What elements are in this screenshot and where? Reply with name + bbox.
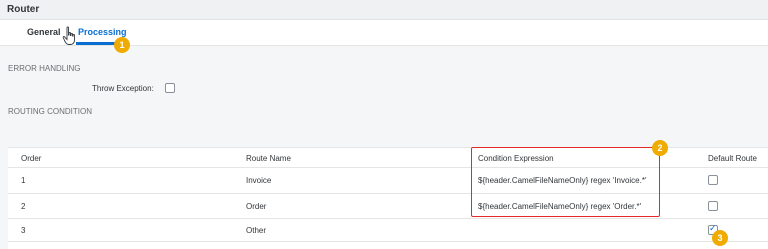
callout-badge-2: 2 (652, 140, 668, 156)
tab-processing[interactable]: Processing (78, 27, 127, 37)
window-title-bar: Router (0, 0, 768, 20)
callout-badge-1: 1 (114, 37, 130, 53)
default-route-checkbox[interactable] (708, 201, 718, 211)
route-name-cell: Invoice (246, 176, 272, 185)
route-name-cell: Other (246, 226, 267, 235)
column-header-route-name: Route Name (246, 154, 291, 163)
throw-exception-checkbox[interactable] (165, 83, 175, 93)
hand-cursor-icon (62, 26, 75, 45)
condition-highlight-box (471, 147, 660, 217)
callout-badge-3: 3 (712, 230, 728, 246)
route-name-cell: Order (246, 202, 267, 211)
tab-general[interactable]: General (27, 27, 61, 37)
order-cell: 1 (21, 176, 26, 185)
throw-exception-label: Throw Exception: (92, 84, 154, 93)
order-cell: 2 (21, 202, 26, 211)
window-title: Router (7, 4, 40, 15)
table-row[interactable]: 3 Other (8, 219, 768, 242)
error-handling-heading: ERROR HANDLING (8, 64, 81, 73)
routing-condition-heading: ROUTING CONDITION (8, 107, 92, 116)
column-header-default-route: Default Route (708, 154, 757, 163)
default-route-checkbox[interactable] (708, 175, 718, 185)
order-cell: 3 (21, 226, 26, 235)
column-header-order: Order (21, 154, 42, 163)
